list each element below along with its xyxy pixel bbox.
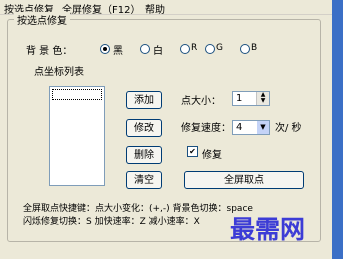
repair-checkbox-label: 修复 [202, 150, 222, 161]
group-title: 按选点修复 [14, 12, 70, 27]
chevron-down-icon[interactable]: ▼ [257, 121, 269, 134]
point-list-label: 点坐标列表 [34, 67, 84, 78]
radio-g-label: G [216, 43, 223, 53]
menu-item-fullscreen-repair[interactable]: 全屏修复（F12） [62, 1, 140, 16]
radio-r[interactable] [180, 44, 190, 54]
add-button[interactable]: 添加 [126, 91, 162, 109]
clear-button[interactable]: 清空 [126, 171, 162, 189]
repair-checkbox[interactable]: ✔ [187, 146, 198, 157]
radio-black-label: 黑 [113, 46, 123, 57]
point-listbox[interactable] [49, 86, 105, 186]
radio-b[interactable] [240, 44, 250, 54]
radio-white-label: 白 [153, 46, 163, 57]
listbox-focus-row [52, 89, 102, 100]
delete-button[interactable]: 删除 [126, 146, 162, 164]
point-size-value: 1 [236, 93, 243, 104]
menu-item-help[interactable]: 帮助 [145, 1, 165, 16]
fullscreen-pick-button[interactable]: 全屏取点 [184, 171, 304, 189]
repair-speed-label: 修复速度： [181, 123, 231, 134]
radio-r-label: R [191, 43, 198, 53]
watermark-logo: 最需网 [230, 215, 306, 244]
radio-black[interactable] [100, 44, 110, 54]
hint-line-2: 闪烁修复切换：S 加快速率：Z 减小速率：X [23, 217, 200, 227]
spinner-arrows-icon[interactable]: ▲ ▼ [256, 92, 269, 105]
repair-speed-unit: 次/ 秒 [275, 123, 302, 134]
repair-speed-select[interactable]: 4 ▼ [232, 120, 270, 135]
app-window: 按选点修复 全屏修复（F12） 帮助 按选点修复 背 景 色： 黑 白 R G … [0, 0, 332, 259]
edit-button[interactable]: 修改 [126, 119, 162, 137]
point-size-label: 点大小： [181, 96, 221, 107]
desktop-edge [332, 0, 343, 259]
radio-white[interactable] [140, 44, 150, 54]
repair-speed-value: 4 [236, 122, 243, 133]
radio-b-label: B [251, 43, 258, 53]
point-size-spinner[interactable]: 1 ▲ ▼ [232, 91, 270, 106]
background-label: 背 景 色： [26, 46, 73, 57]
hint-line-1: 全屏取点快捷键：点大小变化：(+,-) 背景色切换：space [23, 204, 253, 214]
radio-g[interactable] [205, 44, 215, 54]
